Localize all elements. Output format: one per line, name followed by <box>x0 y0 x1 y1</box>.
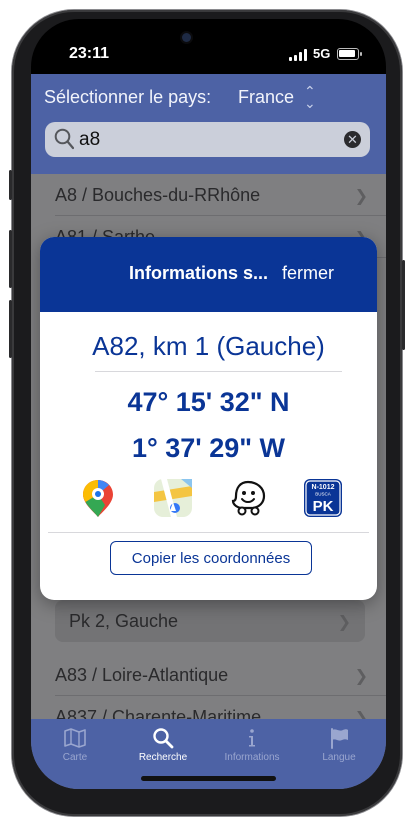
search-icon <box>153 728 174 749</box>
busca-pk-badge-top: N-1012 <box>312 484 335 491</box>
pk-title: A82, km 1 (Gauche) <box>92 331 325 361</box>
chevron-right-icon: ❯ <box>337 614 351 631</box>
chevron-right-icon: ❯ <box>354 188 368 205</box>
info-icon <box>249 729 255 747</box>
volume-up-button <box>9 230 12 288</box>
power-button <box>402 260 405 350</box>
signal-icon <box>289 49 307 61</box>
country-selector[interactable]: Sélectionner le pays: France ⌃ ⌄ <box>44 84 374 111</box>
front-camera <box>182 33 191 42</box>
list-item-label: A83 / Loire-Atlantique <box>55 665 229 685</box>
tab-label: Langue <box>322 752 356 763</box>
apple-maps-icon[interactable] <box>153 478 193 518</box>
tab-carte[interactable]: Carte <box>35 727 115 771</box>
modal-title: Informations s... <box>129 263 269 283</box>
list-item-label: A8 / Bouches-du-RRhône <box>55 185 261 205</box>
divider <box>95 371 342 372</box>
map-icon <box>64 728 86 748</box>
tab-recherche[interactable]: Recherche <box>123 727 203 771</box>
navigation-apps: N-1012 BUSCA PK <box>40 478 377 522</box>
latitude-text: 47° 15' 32" N <box>127 387 290 417</box>
tab-label: Informations <box>224 752 280 763</box>
country-label: Sélectionner le pays: <box>44 87 212 107</box>
busca-pk-badge-mid: BUSCA <box>315 492 331 497</box>
app-content: Sélectionner le pays: France ⌃⌄ ✕ A8 / B… <box>31 74 386 789</box>
list-item[interactable]: A83 / Loire-Atlantique ❯ <box>31 654 386 696</box>
status-time: 23:11 <box>69 45 110 62</box>
header: Sélectionner le pays: France ⌃⌄ ✕ <box>31 74 386 174</box>
network-label: 5G <box>313 46 331 61</box>
list-item[interactable]: A8 / Bouches-du-RRhône ❯ <box>31 174 386 216</box>
country-value[interactable]: France <box>238 87 294 108</box>
search-input[interactable] <box>79 129 329 151</box>
tab-langue[interactable]: Langue <box>299 727 379 771</box>
search-bar[interactable]: ✕ <box>45 122 370 157</box>
search-icon <box>54 128 74 150</box>
flag-icon <box>331 728 348 749</box>
longitude-text: 1° 37' 29" W <box>131 433 286 463</box>
home-indicator <box>141 776 276 781</box>
list-item-label: Pk 2, Gauche <box>69 611 179 631</box>
divider <box>48 532 369 533</box>
close-button[interactable]: fermer <box>282 263 334 284</box>
screen: 23:11 5G Sélectionner le pays: France ⌃ ⌄… <box>31 19 386 789</box>
mute-switch <box>9 170 12 200</box>
tab-label: Recherche <box>138 752 188 763</box>
modal-header: Informations s... fermer <box>40 237 377 312</box>
tab-label: Carte <box>62 752 88 763</box>
info-modal: Informations s... fermer A82, km 1 (Gauc… <box>40 237 377 600</box>
battery-icon <box>337 48 362 60</box>
waze-icon[interactable] <box>228 478 268 518</box>
volume-down-button <box>9 300 12 358</box>
busca-pk-badge-main: PK <box>313 498 334 515</box>
google-maps-icon[interactable] <box>78 478 118 518</box>
tab-informations[interactable]: Informations <box>212 727 292 771</box>
chevron-right-icon: ❯ <box>354 668 368 685</box>
status-bar: 23:11 5G <box>31 19 386 74</box>
chevron-updown-icon[interactable]: ⌃ ⌄ <box>304 84 316 110</box>
busca-pk-icon[interactable]: N-1012 BUSCA PK <box>303 478 343 518</box>
copy-coordinates-button[interactable]: Copier les coordonnées <box>110 541 312 575</box>
list-item[interactable]: Pk 2, Gauche ❯ <box>55 600 365 642</box>
clear-icon[interactable]: ✕ <box>344 131 361 148</box>
